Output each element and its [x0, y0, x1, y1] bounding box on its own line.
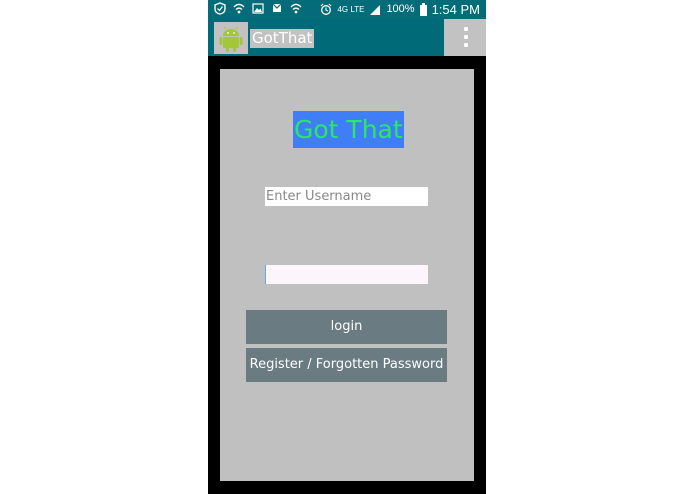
clock: 1:54 PM	[431, 2, 480, 17]
wifi-icon	[233, 3, 245, 14]
login-button[interactable]: login	[246, 310, 447, 344]
page-title: Got That	[293, 111, 404, 148]
android-robot-graphic	[219, 26, 243, 52]
battery-percent: 100%	[386, 3, 415, 15]
android-icon[interactable]	[214, 22, 248, 54]
wifi-icon	[290, 3, 302, 14]
overflow-dot	[464, 35, 468, 39]
overflow-dot	[464, 27, 468, 31]
status-system-icons: 4G LTE 100% 1:54 PM	[320, 2, 480, 17]
network-type-label: 4G LTE	[337, 5, 365, 14]
action-bar: GotThat	[208, 19, 486, 56]
status-bar: 4G LTE 100% 1:54 PM	[208, 0, 486, 19]
mail-icon	[272, 3, 282, 12]
battery-icon	[419, 3, 427, 16]
app-title: GotThat	[250, 29, 315, 48]
overflow-dot	[464, 43, 468, 47]
alarm-icon	[321, 3, 332, 15]
status-notification-icons	[214, 2, 302, 15]
username-input[interactable]	[265, 187, 428, 206]
phone-screen: 4G LTE 100% 1:54 PM GotThat Got That Ent…	[208, 0, 486, 494]
register-button[interactable]: Register / Forgotten Password	[246, 348, 447, 382]
signal-icon	[370, 5, 381, 15]
shield-icon	[214, 2, 226, 15]
password-input[interactable]	[265, 265, 428, 284]
image-icon	[252, 3, 264, 14]
overflow-menu-icon[interactable]	[444, 19, 486, 56]
login-panel: Got That login Register / Forgotten Pass…	[220, 69, 474, 481]
